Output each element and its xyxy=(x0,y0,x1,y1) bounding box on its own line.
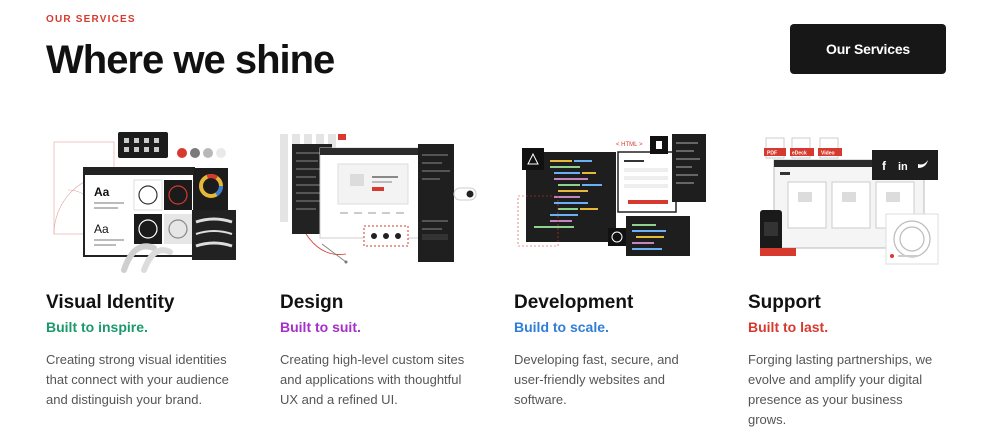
services-grid: Aa Aa Visual Identity Built to inspire. … xyxy=(46,130,946,430)
our-services-button[interactable]: Our Services xyxy=(790,24,946,74)
service-tagline: Built to suit. xyxy=(280,319,361,335)
service-tagline: Built to inspire. xyxy=(46,319,148,335)
type-specimen-b: Aa xyxy=(94,222,109,236)
html-tag-label: < HTML > xyxy=(616,142,643,148)
service-title: Design xyxy=(280,292,344,313)
video-badge: Video xyxy=(821,151,835,157)
section-eyebrow: OUR SERVICES xyxy=(46,14,136,25)
edeck-badge: eDeck xyxy=(792,151,807,157)
service-tagline: Built to last. xyxy=(748,319,829,335)
service-description: Developing fast, secure, and user-friend… xyxy=(514,352,679,407)
service-description: Forging lasting partnerships, we evolve … xyxy=(748,352,933,427)
service-title: Development xyxy=(514,292,634,313)
type-specimen-a: Aa xyxy=(94,185,110,199)
service-description: Creating high-level custom sites and app… xyxy=(280,352,465,407)
linkedin-icon: in xyxy=(898,161,908,173)
service-title: Support xyxy=(748,292,821,313)
service-description: Creating strong visual identities that c… xyxy=(46,352,229,407)
service-title: Visual Identity xyxy=(46,292,175,313)
service-tagline: Build to scale. xyxy=(514,319,609,335)
pdf-badge: PDF xyxy=(767,151,777,157)
support-illustration: PDF eDeck Video f in xyxy=(760,137,939,265)
design-illustration xyxy=(280,134,477,264)
development-illustration: < HTML > xyxy=(517,134,706,256)
visual-identity-illustration: Aa Aa xyxy=(53,132,236,273)
section-title: Where we shine xyxy=(46,38,335,82)
